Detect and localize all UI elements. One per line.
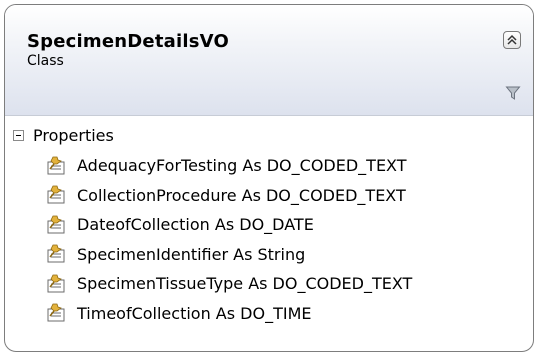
properties-header[interactable]: Properties [13, 123, 114, 147]
property-icon [47, 185, 65, 204]
property-item[interactable]: SpecimenTissueType As DO_CODED_TEXT [5, 269, 533, 299]
property-item[interactable]: AdequacyForTesting As DO_CODED_TEXT [5, 151, 533, 181]
property-item[interactable]: SpecimenIdentifier As String [5, 240, 533, 270]
property-item[interactable]: TimeofCollection As DO_TIME [5, 299, 533, 329]
property-text: AdequacyForTesting As DO_CODED_TEXT [77, 156, 407, 176]
property-icon [47, 274, 65, 293]
class-shape[interactable]: SpecimenDetailsVO Class Properties Adequ… [4, 4, 534, 352]
property-list: AdequacyForTesting As DO_CODED_TEXT Coll… [5, 151, 533, 328]
funnel-icon[interactable] [505, 85, 521, 101]
section-title: Properties [33, 125, 114, 145]
property-icon [47, 244, 65, 263]
class-kind: Class [27, 53, 64, 69]
property-text: SpecimenIdentifier As String [77, 244, 306, 264]
property-icon [47, 215, 65, 234]
minus-box-icon[interactable] [13, 129, 24, 141]
property-text: SpecimenTissueType As DO_CODED_TEXT [77, 274, 413, 294]
property-text: TimeofCollection As DO_TIME [77, 303, 312, 323]
collapse-button[interactable] [503, 31, 521, 49]
property-text: DateofCollection As DO_DATE [77, 215, 314, 235]
property-item[interactable]: CollectionProcedure As DO_CODED_TEXT [5, 181, 533, 211]
class-name: SpecimenDetailsVO [27, 31, 229, 52]
property-icon [47, 156, 65, 175]
property-icon [47, 303, 65, 322]
property-text: CollectionProcedure As DO_CODED_TEXT [77, 185, 406, 205]
property-item[interactable]: DateofCollection As DO_DATE [5, 210, 533, 240]
class-header: SpecimenDetailsVO Class [5, 5, 533, 116]
double-chevron-up-icon [507, 34, 517, 45]
